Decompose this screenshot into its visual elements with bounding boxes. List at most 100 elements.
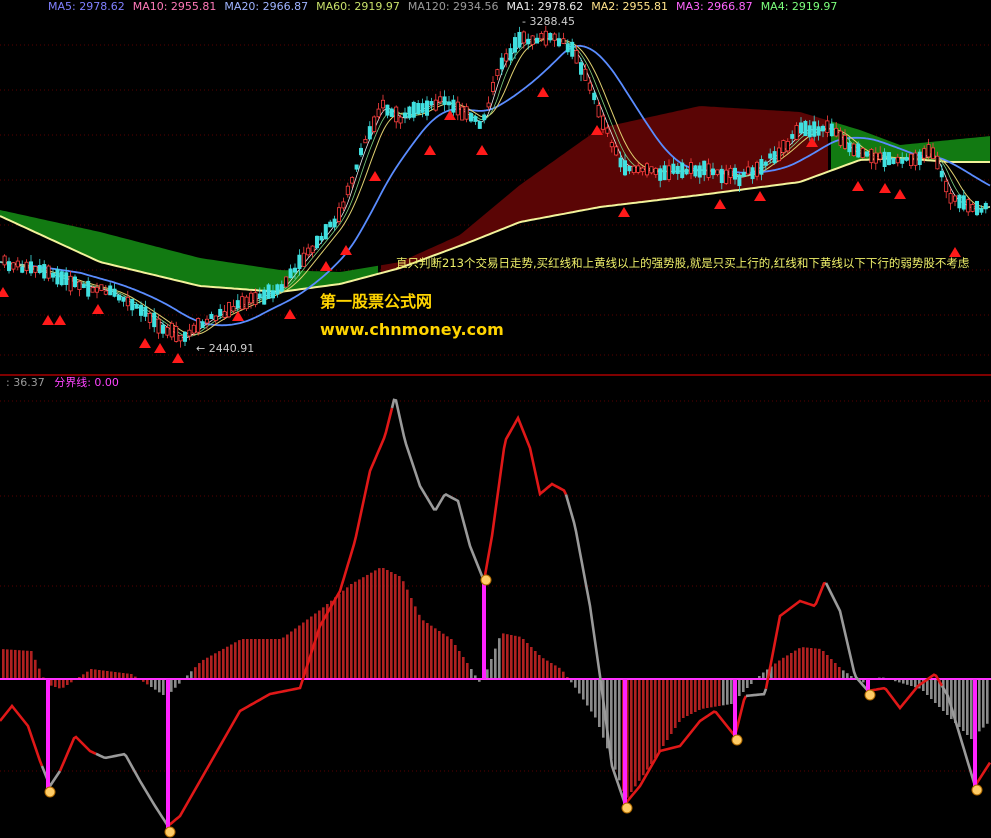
hist-bar-153 — [614, 679, 617, 770]
hist-bar-200 — [802, 647, 805, 679]
candle-body-202 — [891, 158, 896, 165]
hist-bar-82 — [330, 600, 333, 679]
hist-bar-244 — [978, 679, 981, 732]
candle-body-175 — [772, 151, 777, 164]
candle-body-195 — [860, 147, 865, 158]
hist-bar-23 — [94, 669, 97, 679]
price-chart[interactable] — [0, 0, 991, 374]
candle-body-157 — [693, 165, 698, 177]
candle-body-182 — [803, 120, 808, 137]
hist-bar-204 — [818, 648, 821, 679]
candle-body-26 — [117, 294, 122, 301]
hist-bar-159 — [638, 679, 641, 781]
hist-bar-240 — [962, 679, 965, 731]
candle-body-203 — [895, 156, 900, 164]
candle-body-7 — [33, 266, 38, 273]
candle-body-95 — [420, 103, 425, 113]
candle-body-169 — [746, 166, 751, 175]
candle-body-83 — [367, 126, 372, 140]
hist-bar-6 — [26, 650, 29, 679]
candle-body-201 — [887, 152, 892, 166]
hist-bar-245 — [982, 679, 985, 728]
candle-body-42 — [187, 329, 192, 337]
candle-body-183 — [807, 125, 812, 138]
candle-body-145 — [640, 167, 645, 173]
hist-bar-180 — [722, 679, 725, 706]
candle-body-210 — [926, 144, 931, 158]
hist-bar-9 — [38, 668, 41, 679]
hist-bar-126 — [506, 634, 509, 679]
candle-body-9 — [42, 264, 47, 279]
hist-bar-117 — [470, 669, 473, 679]
hist-bar-52 — [210, 655, 213, 679]
candle-body-48 — [213, 315, 218, 321]
candle-body-76 — [336, 207, 341, 222]
hist-bar-158 — [634, 679, 637, 787]
candle-body-129 — [570, 41, 575, 57]
candle-body-18 — [81, 284, 86, 288]
hist-bar-66 — [266, 639, 269, 679]
candle-body-138 — [609, 142, 614, 148]
candle-body-87 — [385, 104, 390, 116]
hist-bar-115 — [462, 657, 465, 679]
candle-body-55 — [244, 296, 249, 310]
hist-bar-50 — [202, 659, 205, 679]
candle-body-98 — [433, 99, 438, 111]
candle-body-34 — [152, 312, 157, 328]
signal-marker-6 — [172, 353, 184, 363]
hist-bar-239 — [958, 679, 961, 727]
candle-body-40 — [178, 335, 183, 342]
hist-bar-197 — [790, 653, 793, 679]
candle-body-44 — [196, 318, 201, 333]
candle-body-134 — [592, 92, 597, 101]
indicator-chart[interactable] — [0, 376, 991, 838]
candle-body-163 — [719, 168, 724, 184]
candle-body-186 — [821, 125, 826, 132]
hist-bar-125 — [502, 633, 505, 679]
candle-body-222 — [979, 208, 984, 213]
osc-segment-6 — [482, 415, 568, 582]
candle-body-75 — [332, 218, 337, 228]
osc-segment-14 — [974, 761, 991, 786]
candle-body-1 — [7, 261, 12, 272]
candle-body-180 — [794, 125, 799, 140]
hist-bar-169 — [678, 679, 681, 722]
signal-marker-2 — [54, 315, 66, 325]
hist-bar-67 — [270, 639, 273, 679]
candle-body-184 — [812, 121, 817, 137]
hist-bar-242 — [970, 679, 973, 739]
candle-body-36 — [160, 324, 165, 334]
candle-body-223 — [983, 202, 988, 210]
hist-bar-176 — [706, 679, 709, 708]
candle-body-120 — [530, 35, 535, 45]
candle-body-220 — [970, 204, 975, 212]
hist-bar-63 — [254, 639, 257, 679]
hist-bar-14 — [58, 679, 61, 689]
hist-bar-99 — [398, 576, 401, 679]
candle-body-27 — [121, 296, 126, 302]
hist-bar-128 — [514, 635, 517, 679]
candle-body-179 — [790, 134, 795, 139]
hist-bar-65 — [262, 639, 265, 679]
hand-marker-0 — [44, 786, 56, 798]
candle-body-172 — [759, 159, 764, 175]
candle-body-148 — [653, 167, 658, 176]
hist-bar-123 — [494, 648, 497, 679]
signal-marker-18 — [714, 199, 726, 209]
hist-bar-165 — [662, 679, 665, 746]
hist-bar-209 — [838, 667, 841, 679]
candle-body-92 — [407, 106, 412, 119]
hist-bar-241 — [966, 679, 969, 735]
hist-bar-94 — [378, 568, 381, 679]
legend-item-3: MA60: 2919.97 — [316, 0, 400, 13]
hist-bar-139 — [558, 667, 561, 679]
candle-body-189 — [834, 127, 839, 137]
candle-body-208 — [917, 151, 922, 166]
candle-body-144 — [636, 165, 641, 173]
hist-bar-68 — [274, 639, 277, 679]
signal-marker-0 — [0, 287, 9, 297]
candle-body-32 — [143, 306, 148, 317]
hist-bar-140 — [562, 671, 565, 679]
hist-bar-184 — [738, 679, 741, 696]
candle-body-86 — [380, 99, 385, 109]
